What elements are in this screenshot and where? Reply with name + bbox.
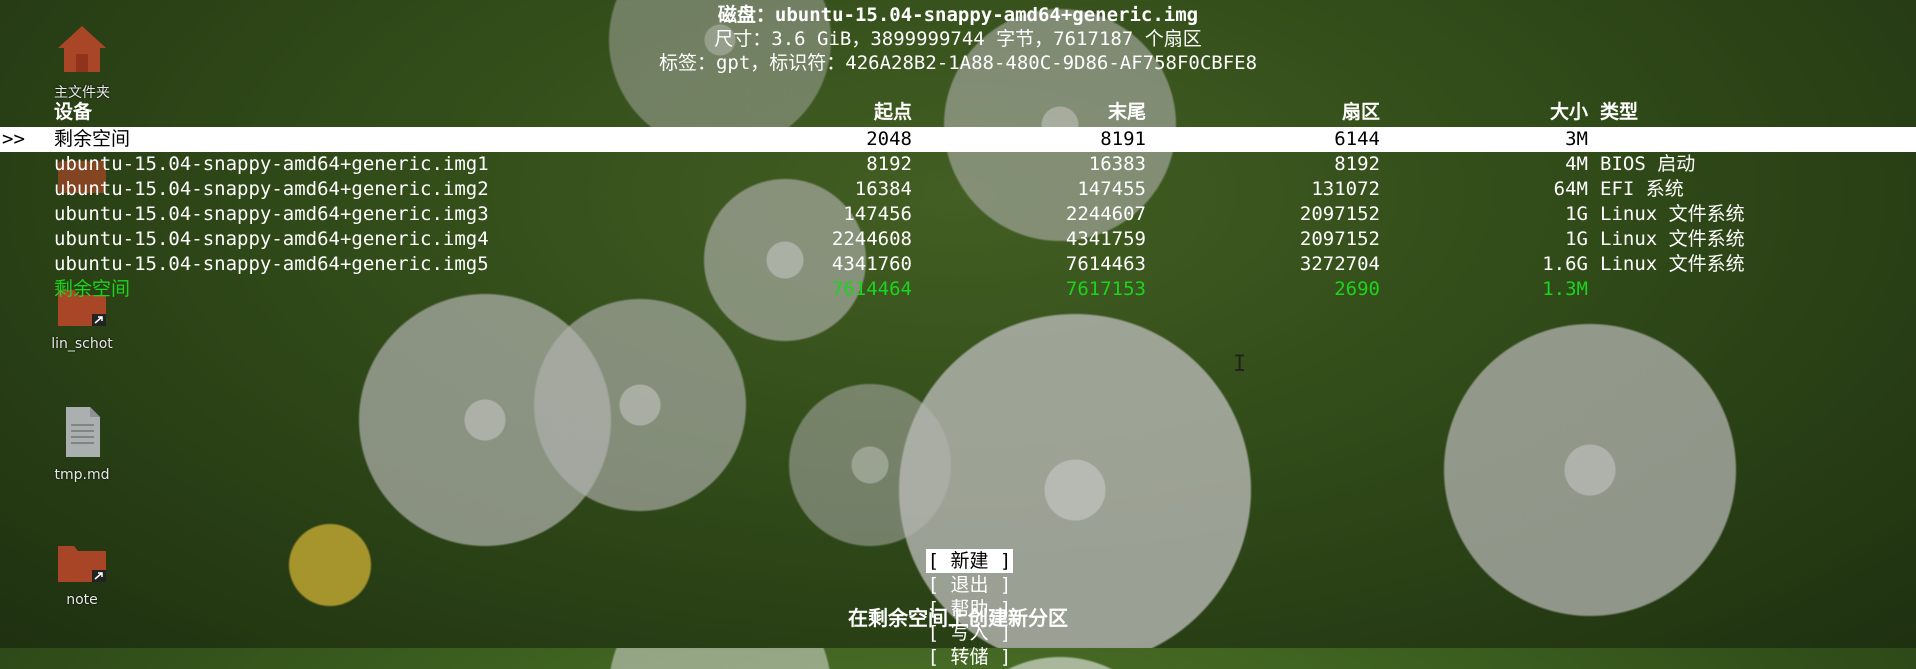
- row-end: 4341759: [1065, 228, 1146, 250]
- row-sectors: 131072: [1311, 178, 1380, 200]
- table-row[interactable]: ubuntu-15.04-snappy-amd64+generic.img1 8…: [0, 152, 1916, 177]
- row-device: 剩余空间: [54, 128, 131, 150]
- header-device: 设备: [54, 101, 93, 123]
- table-row[interactable]: 剩余空间 7614464 7617153 2690 1.3M: [0, 277, 1916, 302]
- status-hint: 在剩余空间上创建新分区: [848, 606, 1068, 630]
- header-sectors: 扇区: [1341, 101, 1380, 123]
- row-device: 剩余空间: [54, 278, 131, 300]
- row-size: 1.3M: [1542, 278, 1588, 300]
- row-size: 1G: [1565, 203, 1588, 225]
- row-start: 2048: [866, 128, 912, 150]
- disk-title: 磁盘：ubuntu-15.04-snappy-amd64+generic.img: [717, 4, 1199, 26]
- row-size: 4M: [1565, 153, 1588, 175]
- row-type: EFI 系统: [1600, 178, 1684, 200]
- row-end: 147455: [1077, 178, 1146, 200]
- quit-button[interactable]: [ 退出 ]: [926, 573, 1014, 597]
- new-button[interactable]: [ 新建 ]: [925, 549, 1014, 573]
- header-start: 起点: [873, 101, 912, 123]
- row-sectors: 2690: [1334, 278, 1380, 300]
- row-sectors: 8192: [1334, 153, 1380, 175]
- home-folder-label: 主文件夹: [54, 85, 110, 101]
- row-size: 3M: [1565, 128, 1588, 150]
- row-end: 2244607: [1065, 203, 1146, 225]
- table-row[interactable]: ubuntu-15.04-snappy-amd64+generic.img5 4…: [0, 252, 1916, 277]
- row-size: 64M: [1553, 178, 1588, 200]
- lin-schot-label: lin_schot: [51, 336, 113, 352]
- row-end: 7614463: [1065, 253, 1146, 275]
- document-icon: [66, 407, 100, 457]
- desktop-tmp-md[interactable]: tmp.md: [40, 403, 124, 483]
- header-size: 大小: [1549, 101, 1588, 123]
- partition-table-header: 设备 起点 末尾 扇区 大小 类型: [0, 100, 1916, 125]
- row-selector: >>: [2, 128, 25, 150]
- row-end: 8191: [1100, 128, 1146, 150]
- row-start: 7614464: [831, 278, 912, 300]
- disk-label: 标签：gpt，标识符：426A28B2-1A88-480C-9D86-AF758…: [658, 52, 1258, 74]
- row-type: Linux 文件系统: [1600, 228, 1745, 250]
- row-sectors: 3272704: [1299, 253, 1380, 275]
- row-start: 16384: [854, 178, 912, 200]
- row-sectors: 2097152: [1299, 228, 1380, 250]
- row-device: ubuntu-15.04-snappy-amd64+generic.img3: [54, 203, 489, 225]
- row-end: 7617153: [1065, 278, 1146, 300]
- row-type: Linux 文件系统: [1600, 253, 1745, 275]
- table-row[interactable]: ubuntu-15.04-snappy-amd64+generic.img4 2…: [0, 227, 1916, 252]
- row-size: 1.6G: [1542, 253, 1588, 275]
- text-cursor-icon: I: [1233, 352, 1247, 377]
- row-start: 8192: [866, 153, 912, 175]
- row-device: ubuntu-15.04-snappy-amd64+generic.img1: [54, 153, 489, 175]
- table-row[interactable]: >> 剩余空间 2048 8191 6144 3M: [0, 127, 1916, 152]
- table-row[interactable]: ubuntu-15.04-snappy-amd64+generic.img3 1…: [0, 202, 1916, 227]
- row-type: BIOS 启动: [1600, 153, 1696, 175]
- row-device: ubuntu-15.04-snappy-amd64+generic.img2: [54, 178, 489, 200]
- row-sectors: 6144: [1334, 128, 1380, 150]
- row-end: 16383: [1088, 153, 1146, 175]
- header-type: 类型: [1600, 101, 1639, 123]
- tmp-md-label: tmp.md: [54, 467, 110, 483]
- row-start: 4341760: [831, 253, 912, 275]
- header-end: 末尾: [1107, 101, 1146, 123]
- table-row[interactable]: ubuntu-15.04-snappy-amd64+generic.img2 1…: [0, 177, 1916, 202]
- row-start: 2244608: [831, 228, 912, 250]
- dump-button[interactable]: [ 转储 ]: [926, 645, 1014, 669]
- disk-size: 尺寸：3.6 GiB，3899999744 字节，7617187 个扇区: [714, 28, 1202, 50]
- row-start: 147456: [843, 203, 912, 225]
- row-sectors: 2097152: [1299, 203, 1380, 225]
- row-size: 1G: [1565, 228, 1588, 250]
- row-device: ubuntu-15.04-snappy-amd64+generic.img4: [54, 228, 489, 250]
- row-device: ubuntu-15.04-snappy-amd64+generic.img5: [54, 253, 489, 275]
- row-type: Linux 文件系统: [1600, 203, 1745, 225]
